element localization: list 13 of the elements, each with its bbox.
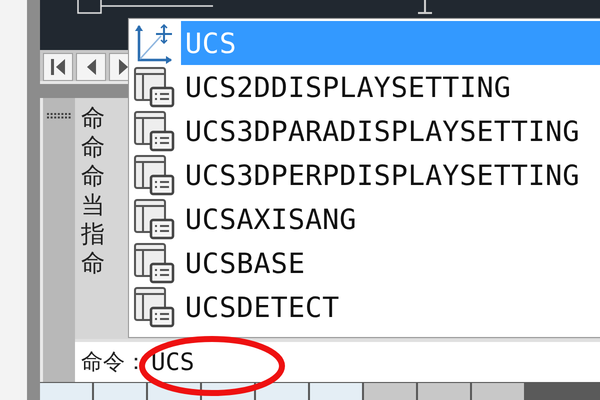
command-prompt: 命令： (81, 349, 147, 377)
history-line: 命 (81, 162, 105, 191)
history-line: 命 (81, 104, 105, 133)
suggestion-item[interactable]: UCS3DPERPDISPLAYSETTING (181, 153, 600, 197)
history-line: 指 (81, 220, 105, 249)
history-line: 当 (81, 191, 105, 220)
history-line: 命 (81, 133, 105, 162)
suggestion-item[interactable]: UCS2DDISPLAYSETTING (181, 65, 600, 109)
suggestion-item[interactable]: UCSBASE (181, 241, 600, 285)
suggestion-item[interactable]: UCSAXISANG (181, 197, 600, 241)
history-line: 命 (81, 249, 105, 278)
suggestion-item[interactable]: UCSDETECT (181, 285, 600, 329)
suggestion-item[interactable]: UCS3DPARADISPLAYSETTING (181, 109, 600, 153)
